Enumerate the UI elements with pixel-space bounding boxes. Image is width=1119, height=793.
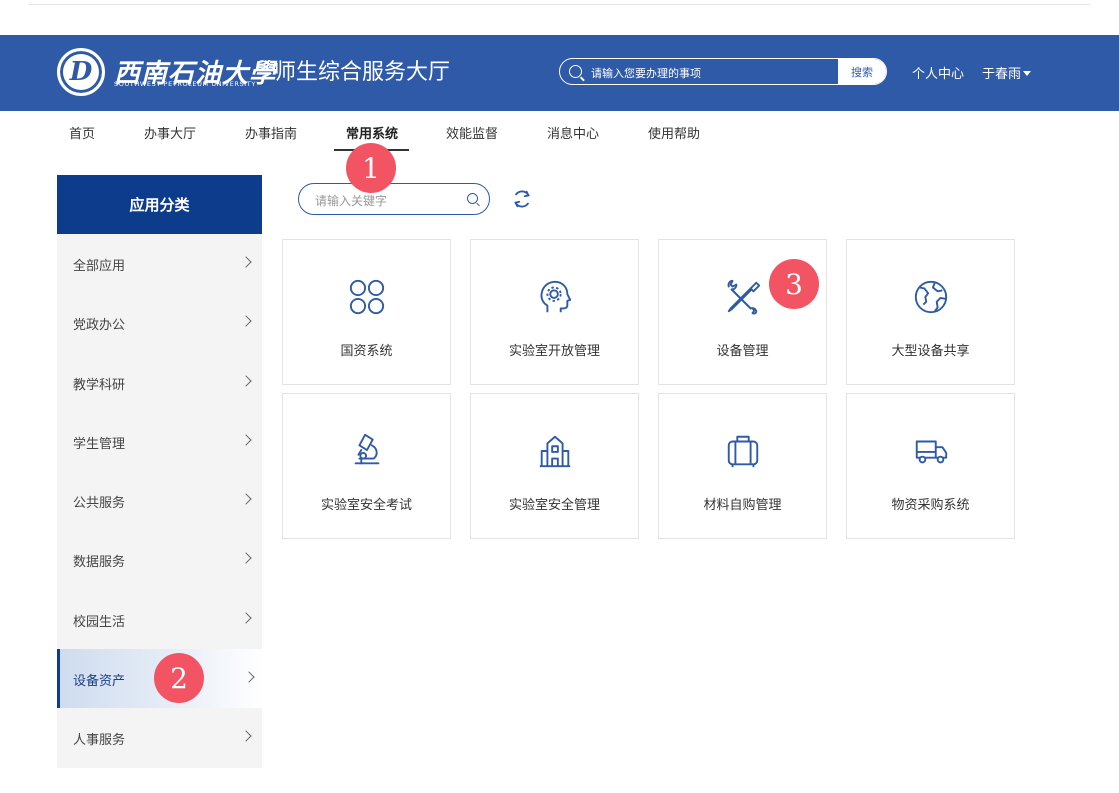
nav-message-center[interactable]: 消息中心 [547, 123, 599, 142]
sidebar-item-party-admin[interactable]: 党政办公 [57, 293, 262, 353]
user-name: 于春雨 [982, 67, 1022, 82]
caret-down-icon [1023, 71, 1032, 76]
clover-icon [349, 279, 385, 315]
sidebar-item-data-services[interactable]: 数据服务 [57, 530, 262, 590]
globe-icon [914, 280, 948, 314]
app-tile-label: 大型设备共享 [891, 344, 970, 359]
chevron-right-icon [240, 612, 252, 624]
truck-icon [915, 440, 948, 464]
search-button[interactable]: 搜索 [838, 59, 886, 84]
sidebar-item-label: 数据服务 [73, 555, 126, 571]
app-tile-lab-safety-management[interactable]: 实验室安全管理 [470, 393, 639, 539]
personal-center-link[interactable]: 个人中心 [912, 63, 964, 82]
app-tile-label: 实验室安全考试 [320, 498, 412, 513]
sidebar-item-label: 全部应用 [73, 259, 126, 274]
app-tile-label: 设备管理 [716, 344, 769, 359]
chevron-right-icon [240, 256, 252, 268]
app-tile-label: 实验室安全管理 [508, 498, 600, 513]
app-tile-material-self-purchase[interactable]: 材料自购管理 [658, 393, 827, 539]
luggage-icon [727, 435, 759, 468]
university-logo-emblem: D [57, 48, 105, 96]
app-tile-lab-safety-exam[interactable]: 实验室安全考试 [282, 393, 451, 539]
microscope-icon [354, 433, 380, 465]
user-menu[interactable]: 于春雨 [982, 63, 1032, 82]
keyword-search-box[interactable]: 请输入关键字 [298, 183, 490, 215]
chevron-right-icon [240, 493, 252, 505]
sidebar-item-label: 人事服务 [73, 733, 126, 749]
refresh-icon[interactable] [511, 188, 533, 210]
app-tile-label: 物资采购系统 [891, 498, 970, 513]
chevron-right-icon [240, 434, 252, 446]
app-tile-large-equipment-sharing[interactable]: 大型设备共享 [846, 239, 1015, 385]
page-title: 师生综合服务大厅 [274, 60, 451, 85]
sidebar-item-label: 教学科研 [73, 377, 126, 393]
chevron-right-icon [240, 730, 252, 743]
wrench-screwdriver-icon [727, 279, 761, 315]
nav-service-guide[interactable]: 办事指南 [245, 123, 297, 142]
app-tile-state-assets[interactable]: 国资系统 [282, 239, 451, 385]
app-tile-label: 国资系统 [340, 344, 393, 359]
chevron-right-icon [243, 671, 255, 683]
sidebar-item-label: 设备资产 [73, 674, 126, 690]
keyword-search-input[interactable]: 请输入关键字 [315, 192, 387, 209]
logo-mark: D [69, 57, 93, 87]
sidebar-item-student-management[interactable]: 学生管理 [57, 411, 262, 472]
building-icon [539, 435, 571, 468]
app-tile-label: 实验室开放管理 [508, 344, 600, 359]
sidebar-item-label: 校园生活 [73, 614, 126, 630]
app-tile-label: 材料自购管理 [703, 498, 782, 513]
nav-service-hall[interactable]: 办事大厅 [144, 123, 196, 142]
chevron-right-icon [240, 315, 252, 327]
chevron-right-icon [240, 374, 252, 387]
sidebar-item-public-services[interactable]: 公共服务 [57, 471, 262, 531]
nav-home[interactable]: 首页 [69, 123, 95, 142]
nav-efficiency-supervision[interactable]: 效能监督 [446, 123, 498, 142]
head-gear-icon [540, 280, 572, 313]
sidebar-title: 应用分类 [57, 175, 262, 234]
sidebar-item-all-apps[interactable]: 全部应用 [57, 234, 262, 294]
sidebar-item-label: 学生管理 [73, 436, 126, 452]
callout-badge-3: 3 [769, 259, 819, 309]
chevron-right-icon [240, 552, 252, 565]
callout-badge-1: 1 [346, 143, 396, 193]
nav-help[interactable]: 使用帮助 [648, 123, 700, 142]
service-search-box[interactable]: 请输入您要办理的事项 搜索 [559, 58, 887, 85]
nav-common-systems[interactable]: 常用系统 [346, 123, 398, 142]
sidebar-item-campus-life[interactable]: 校园生活 [57, 589, 262, 650]
service-search-input[interactable]: 请输入您要办理的事项 [591, 65, 701, 81]
search-icon[interactable] [467, 193, 478, 204]
search-icon [569, 65, 582, 78]
callout-badge-2: 2 [154, 653, 204, 703]
app-tile-lab-open-management[interactable]: 实验室开放管理 [470, 239, 639, 385]
sidebar-item-teaching-research[interactable]: 教学科研 [57, 352, 262, 412]
sidebar-item-label: 党政办公 [73, 318, 126, 334]
top-divider [28, 4, 1090, 5]
sidebar-item-hr-services[interactable]: 人事服务 [57, 708, 262, 768]
sidebar-item-label: 公共服务 [73, 496, 126, 512]
university-name-en: SOUTHWEST PETROLEUM UNIVERSITY [114, 80, 256, 88]
app-tile-material-procurement[interactable]: 物资采购系统 [846, 393, 1015, 539]
